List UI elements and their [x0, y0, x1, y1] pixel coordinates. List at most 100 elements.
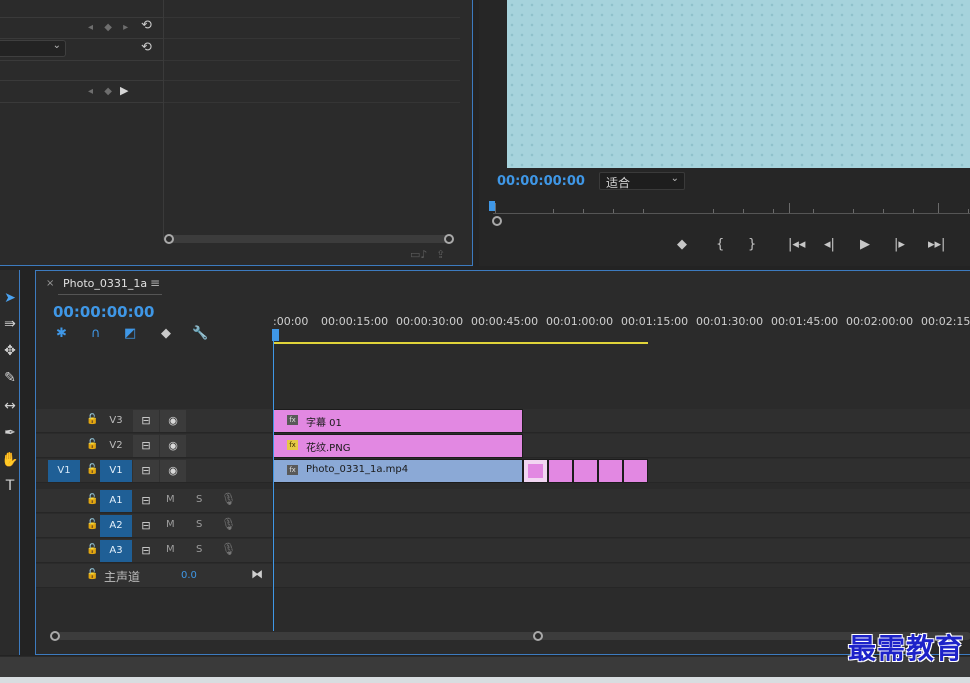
step-forward-icon[interactable]: |▸: [894, 237, 905, 252]
source-patch-v1[interactable]: V1: [48, 460, 80, 482]
track-target-v1[interactable]: V1: [100, 460, 132, 482]
timeline-timecode[interactable]: 00:00:00:00: [53, 303, 155, 321]
mic-icon[interactable]: 🎙: [221, 517, 236, 531]
tools-panel: ➤ ⇛ ✥ ✎ ↔ ✒ ✋ T: [0, 270, 20, 655]
lock-icon[interactable]: 🔓: [86, 439, 98, 450]
panel-menu-icon[interactable]: ≡: [150, 276, 160, 290]
ec-row-divider: [163, 60, 460, 61]
track-target-v3[interactable]: V3: [100, 410, 132, 432]
eye-icon[interactable]: ◉: [160, 410, 186, 432]
work-area-bar[interactable]: [273, 342, 648, 344]
track-target-a1[interactable]: A1: [100, 490, 132, 512]
mute-button[interactable]: M: [166, 494, 175, 505]
video-frame: [507, 0, 970, 168]
lock-icon[interactable]: 🔓: [86, 464, 98, 475]
chevron-down-icon: ⌄: [670, 173, 679, 184]
zoom-fit-select[interactable]: 适合 ⌄: [599, 172, 685, 190]
wrench-icon[interactable]: 🔧: [192, 326, 208, 341]
sequence-tab[interactable]: Photo_0331_1a: [63, 277, 147, 290]
mark-out-icon[interactable]: }: [748, 237, 756, 252]
eye-icon[interactable]: ◉: [160, 435, 186, 457]
clip-title-01[interactable]: fx 字幕 01: [273, 409, 523, 433]
mute-button[interactable]: M: [166, 519, 175, 530]
reset-icon[interactable]: ⟲: [141, 40, 152, 55]
lock-icon[interactable]: 🔓: [86, 494, 98, 505]
image-clip[interactable]: [573, 459, 598, 483]
playhead-timecode[interactable]: 00:00:00:00: [497, 174, 585, 189]
solo-button[interactable]: S: [196, 494, 202, 505]
hand-tool-icon[interactable]: ✋: [0, 452, 20, 468]
solo-button[interactable]: S: [196, 544, 202, 555]
sync-lock-icon[interactable]: ⊟: [133, 515, 159, 537]
step-back-icon[interactable]: ◂|: [824, 237, 835, 252]
linked-selection-icon[interactable]: ◩: [124, 326, 136, 341]
timeline-playhead[interactable]: [272, 329, 279, 341]
track-header-a1: 🔓 A1 ⊟ M S 🎙: [36, 489, 272, 513]
timeline-zoom-handle-right[interactable]: [533, 631, 543, 641]
fit-label: 适合: [606, 176, 631, 190]
track-target-a3[interactable]: A3: [100, 540, 132, 562]
solo-button[interactable]: S: [196, 519, 202, 530]
timeline-zoom-handle-left[interactable]: [50, 631, 60, 641]
slip-tool-icon[interactable]: ↔: [0, 398, 20, 414]
monitor-zoom-handle[interactable]: [492, 216, 502, 226]
close-tab-icon[interactable]: ×: [46, 278, 54, 289]
mark-in-icon[interactable]: {: [716, 237, 724, 252]
sync-lock-icon[interactable]: ⊟: [133, 460, 159, 482]
add-marker-icon[interactable]: ◆: [161, 326, 171, 341]
image-clip[interactable]: [598, 459, 623, 483]
go-to-out-icon[interactable]: ▸▸|: [928, 237, 945, 252]
track-lane-a3[interactable]: [273, 539, 970, 563]
pen-tool-icon[interactable]: ✒: [0, 425, 20, 441]
blend-mode-dropdown[interactable]: ⌄: [0, 40, 66, 57]
ec-row-divider: [163, 17, 460, 18]
export-icon[interactable]: ⇪: [436, 248, 445, 261]
play-icon[interactable]: ▶: [860, 237, 870, 252]
mic-icon[interactable]: 🎙: [221, 542, 236, 556]
nest-insert-icon[interactable]: ✱: [56, 326, 67, 341]
ripple-edit-tool-icon[interactable]: ✥: [0, 343, 20, 359]
sync-lock-icon[interactable]: ⊟: [133, 540, 159, 562]
mute-button[interactable]: M: [166, 544, 175, 555]
sync-lock-icon[interactable]: ⊟: [133, 490, 159, 512]
track-target-v2[interactable]: V2: [100, 435, 132, 457]
master-volume-value[interactable]: 0.0: [181, 570, 197, 581]
timeline-ruler[interactable]: :00:00 00:00:15:00 00:00:30:00 00:00:45:…: [273, 311, 970, 343]
snap-magnet-icon[interactable]: ∩: [91, 326, 101, 341]
go-to-in-icon[interactable]: |◂◂: [788, 237, 805, 252]
reset-icon[interactable]: ⟲: [141, 18, 152, 33]
eye-icon[interactable]: ◉: [160, 460, 186, 482]
monitor-time-ruler[interactable]: [493, 196, 970, 214]
clip-pattern-png[interactable]: fx 花纹.PNG: [273, 434, 523, 458]
timeline-scrollbar[interactable]: [56, 632, 970, 640]
clip-photo-video[interactable]: fx Photo_0331_1a.mp4: [273, 459, 523, 483]
track-target-a2[interactable]: A2: [100, 515, 132, 537]
lock-icon[interactable]: 🔓: [86, 544, 98, 555]
track-lane-a1[interactable]: [273, 489, 970, 513]
image-clip[interactable]: [548, 459, 573, 483]
lock-icon[interactable]: 🔓: [86, 569, 98, 580]
track-lane-a2[interactable]: [273, 514, 970, 538]
monitor-playhead[interactable]: [489, 201, 495, 211]
sync-lock-icon[interactable]: ⊟: [133, 435, 159, 457]
audio-clip-icon[interactable]: ▭♪: [410, 248, 427, 261]
image-clip[interactable]: [623, 459, 648, 483]
mic-icon[interactable]: 🎙: [221, 492, 236, 506]
sync-lock-icon[interactable]: ⊟: [133, 410, 159, 432]
scroll-handle-right[interactable]: [444, 234, 454, 244]
ec-scrollbar[interactable]: [168, 235, 451, 243]
type-tool-icon[interactable]: T: [0, 478, 20, 494]
add-marker-icon[interactable]: ◆: [677, 237, 687, 252]
scroll-handle-left[interactable]: [164, 234, 174, 244]
razor-tool-icon[interactable]: ✎: [0, 370, 20, 386]
selection-tool-icon[interactable]: ➤: [0, 290, 20, 306]
lock-icon[interactable]: 🔓: [86, 414, 98, 425]
keyframe-navigator[interactable]: ◂ ◆ ▸: [88, 22, 132, 33]
lock-icon[interactable]: 🔓: [86, 519, 98, 530]
next-keyframe-icon[interactable]: ▶: [120, 84, 128, 97]
track-lane-master[interactable]: [273, 564, 970, 588]
track-select-tool-icon[interactable]: ⇛: [0, 316, 20, 332]
ruler-label: 00:01:30:00: [696, 315, 764, 328]
image-clip-selected[interactable]: [523, 459, 548, 483]
master-nav-icon[interactable]: ⧓: [251, 567, 263, 581]
